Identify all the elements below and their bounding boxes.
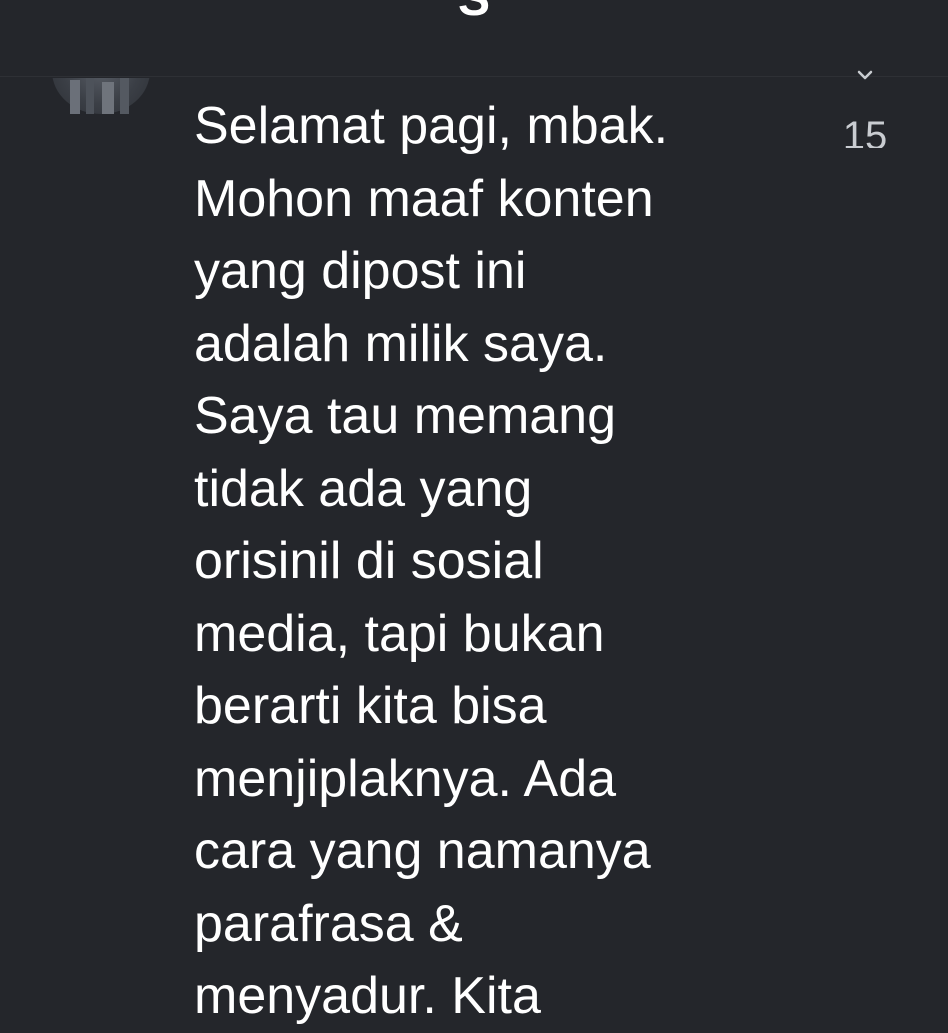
- header-title: S: [0, 0, 948, 30]
- comment-text: Selamat pagi, mbak. Mohon maaf konten ya…: [194, 97, 669, 1025]
- like-count: 15: [842, 114, 888, 148]
- like-area: 15: [820, 62, 910, 162]
- chevron-down-icon[interactable]: [856, 66, 874, 84]
- top-bar: S: [0, 0, 948, 77]
